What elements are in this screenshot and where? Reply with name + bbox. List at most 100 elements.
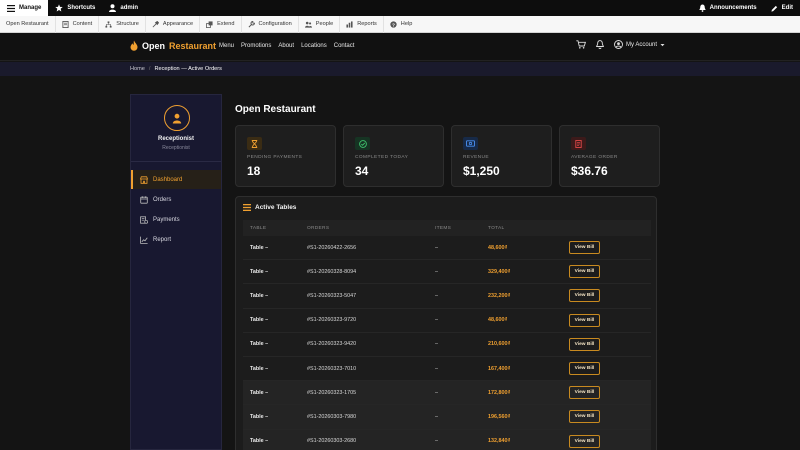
view-bill-button[interactable]: View Bill: [569, 386, 600, 400]
cell-table: Table –: [250, 244, 269, 251]
breadcrumb-separator: /: [148, 66, 151, 72]
account-circle-icon: [614, 40, 623, 49]
tray-item-reports[interactable]: Reports: [340, 15, 384, 33]
table-row: Table – #S1-20260323-7010 – 167,400₫ View Bi…: [243, 357, 651, 382]
stat-value: 34: [355, 164, 369, 178]
nav-item-menu[interactable]: Menu: [219, 43, 234, 49]
stat-label: PENDING PAYMENTS: [247, 155, 303, 160]
edit-button[interactable]: Edit: [764, 0, 800, 16]
cell-order-number: #S1-20260323-5047: [307, 292, 357, 299]
view-bill-button[interactable]: View Bill: [569, 337, 600, 351]
tray-item-extend[interactable]: Extend: [200, 15, 242, 33]
tray-item-site[interactable]: Open Restaurant: [0, 15, 56, 33]
structure-icon: [105, 20, 112, 28]
bell-icon: [698, 4, 706, 12]
tray-item-structure[interactable]: Structure: [99, 15, 146, 33]
column-header-total: TOTAL: [488, 225, 505, 231]
cell-items: –: [435, 268, 438, 275]
view-bill-button[interactable]: View Bill: [569, 265, 600, 279]
my-account-menu[interactable]: My Account: [614, 40, 665, 49]
view-bill-button[interactable]: View Bill: [569, 313, 600, 327]
sidebar-item-orders[interactable]: Orders: [131, 190, 221, 209]
pencil-icon: [771, 5, 778, 12]
manage-button[interactable]: Manage: [0, 0, 49, 16]
view-bill-button[interactable]: View Bill: [569, 241, 600, 255]
cell-table: Table –: [250, 413, 269, 420]
notification-bell-icon[interactable]: [596, 40, 604, 49]
cell-total: 167,400₫: [488, 365, 511, 372]
tray-item-appearance[interactable]: Appearance: [146, 15, 201, 33]
avatar: [164, 105, 190, 131]
breadcrumb-home[interactable]: Home: [130, 66, 145, 72]
cell-action: View Bill: [569, 265, 651, 279]
content-icon: [62, 20, 69, 28]
sidebar-item-dashboard[interactable]: Dashboard: [131, 170, 221, 189]
check-circle-icon: [355, 137, 370, 150]
admin-tray: Open Restaurant Content Structure Appear…: [0, 15, 800, 33]
tray-item-label: Structure: [116, 21, 139, 27]
tray-item-people[interactable]: People: [299, 15, 341, 33]
user-icon: [109, 4, 117, 12]
site-logo[interactable]: Open Restaurant: [130, 40, 216, 51]
table-row: Table – #S1-20260323-5047 – 232,200₫ View Bi…: [243, 284, 651, 309]
cell-total: 48,600₫: [488, 317, 508, 324]
cash-icon: [463, 137, 478, 150]
cell-table: Table –: [250, 292, 269, 299]
column-header-table: TABLE: [250, 225, 267, 231]
cell-action: View Bill: [569, 434, 651, 448]
sidebar-item-payments[interactable]: Payments: [131, 210, 221, 229]
tray-item-help[interactable]: ? Help: [384, 16, 419, 33]
cell-table: Table –: [250, 438, 269, 445]
nav-item-contact[interactable]: Contact: [334, 43, 355, 49]
cell-items: –: [435, 317, 438, 324]
breadcrumb-current: Reception — Active Orders: [154, 66, 222, 72]
sidebar-menu: Dashboard Orders Payments Report: [131, 170, 221, 250]
shortcuts-button[interactable]: Shortcuts: [48, 0, 102, 16]
tray-item-label: Help: [400, 21, 413, 27]
panel-heading: Active Tables: [243, 204, 296, 211]
cell-total: 132,840₫: [488, 438, 511, 445]
view-bill-button[interactable]: View Bill: [569, 434, 600, 448]
nav-item-promotions[interactable]: Promotions: [241, 43, 271, 49]
nav-item-locations[interactable]: Locations: [301, 43, 327, 49]
cell-action: View Bill: [569, 386, 651, 400]
cart-icon[interactable]: [576, 40, 586, 49]
sidebar: Receptionist Receptionist Dashboard Orde…: [130, 94, 222, 450]
view-bill-button[interactable]: View Bill: [569, 289, 600, 303]
people-icon: [304, 21, 312, 28]
wrench-icon: [248, 20, 255, 28]
view-bill-button[interactable]: View Bill: [569, 410, 600, 424]
admin-toolbar: Manage Shortcuts admin Announcements Edi…: [0, 0, 800, 16]
stat-label: REVENUE: [463, 155, 489, 160]
stats-row: PENDING PAYMENTS 18 COMPLETED TODAY 34 R…: [235, 125, 660, 187]
tray-item-configuration[interactable]: Configuration: [242, 15, 299, 33]
nav-item-about[interactable]: About: [278, 43, 294, 49]
tray-item-content[interactable]: Content: [56, 15, 100, 33]
cell-action: View Bill: [569, 362, 651, 376]
user-label: admin: [120, 5, 139, 11]
tray-item-label: Configuration: [258, 21, 292, 27]
cell-order-number: #S1-20260422-2656: [307, 244, 357, 251]
view-bill-button[interactable]: View Bill: [569, 362, 600, 376]
announcements-button[interactable]: Announcements: [692, 0, 764, 16]
panel-title: Active Tables: [255, 204, 297, 211]
table-row: Table – #S1-20260422-2656 – 48,600₫ View Bil…: [243, 236, 651, 261]
flame-icon: [130, 40, 138, 51]
payments-icon: [140, 215, 148, 224]
list-icon: [243, 204, 251, 211]
cell-items: –: [435, 413, 438, 420]
tray-item-label: Open Restaurant: [6, 21, 49, 27]
table-row: Table – #S1-20260328-8094 – 329,400₫ View Bi…: [243, 260, 651, 285]
cell-table: Table –: [250, 268, 269, 275]
sidebar-item-report[interactable]: Report: [131, 230, 221, 249]
user-menu-button[interactable]: admin: [102, 0, 145, 16]
cell-order-number: #S1-20260323-9420: [307, 341, 357, 348]
appearance-icon: [152, 20, 159, 28]
cell-table: Table –: [250, 389, 269, 396]
stat-value: 18: [247, 164, 261, 178]
table-row: Table – #S1-20260303-2680 – 132,840₫ View Bi…: [243, 429, 651, 450]
table-row: Table – #S1-20260303-7980 – 196,560₫ View Bi…: [243, 405, 651, 430]
stat-card-average-order: AVERAGE ORDER $36.76: [559, 125, 660, 187]
shortcuts-label: Shortcuts: [67, 5, 96, 11]
cell-items: –: [435, 389, 438, 396]
